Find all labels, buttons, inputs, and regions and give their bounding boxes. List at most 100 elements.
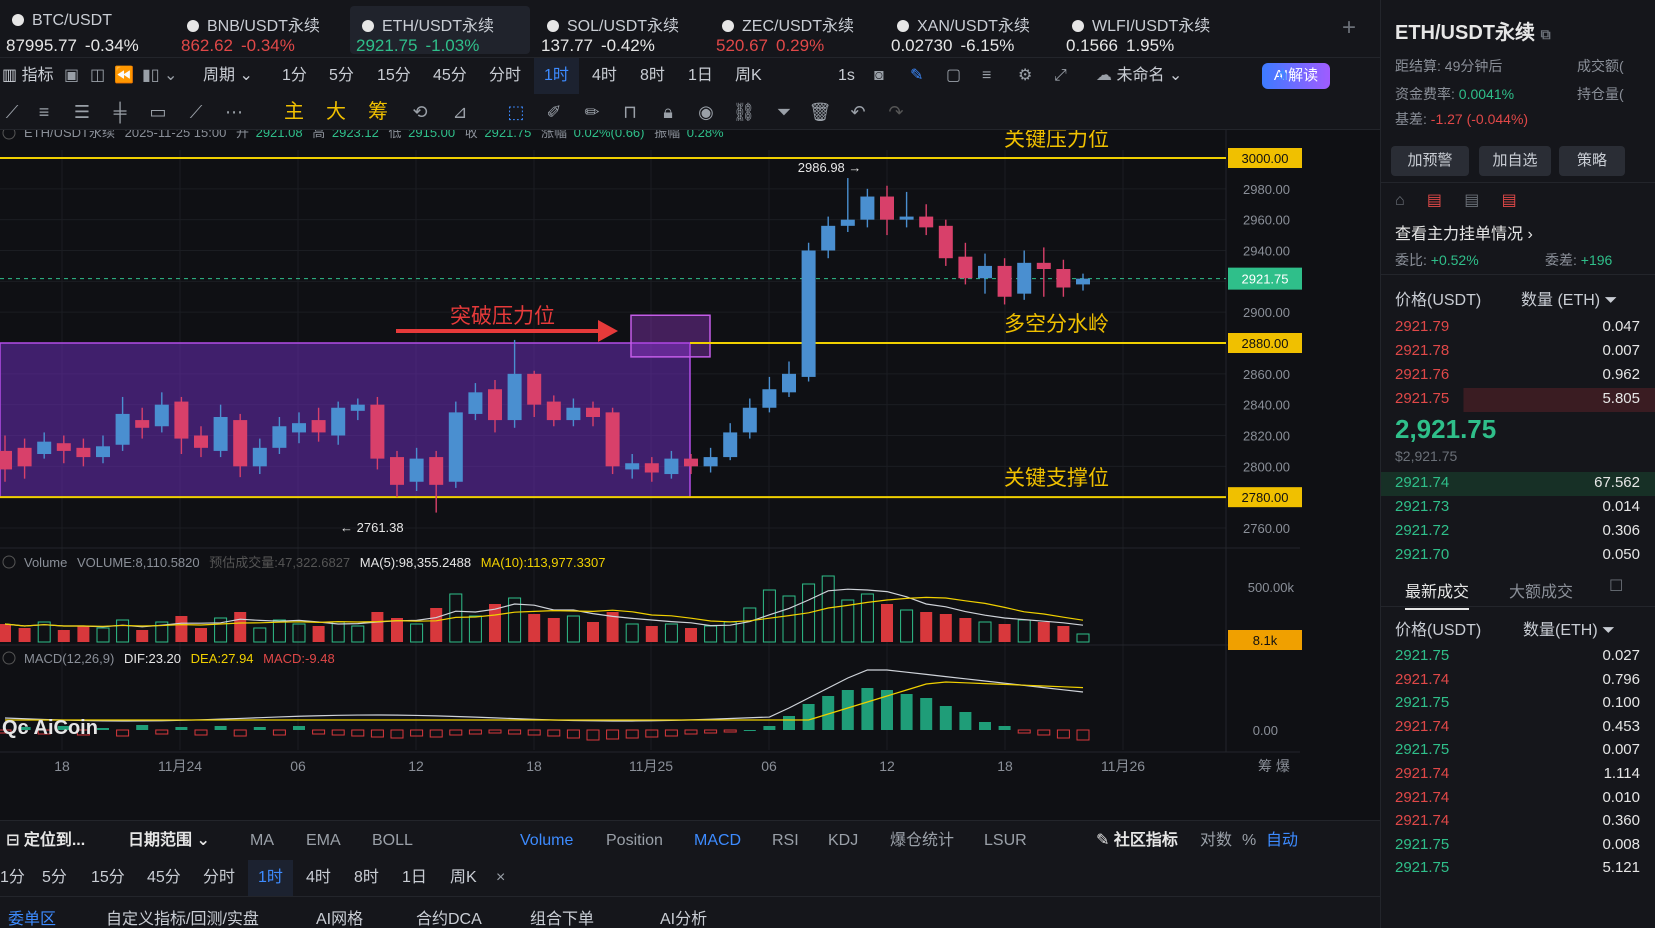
ind-lsur[interactable]: LSUR xyxy=(984,821,1027,861)
ask-row[interactable]: 2921.78 0.007 xyxy=(1395,340,1640,364)
price-chart[interactable]: 关键压力位 3000.00 多空分水岭 2880.00 关键支撑位 2780.00 2921… xyxy=(0,130,1380,820)
ticker-xan[interactable]: XAN/USDT永续 0.02730 -6.15% xyxy=(885,6,1055,55)
ticker-sol[interactable]: SOL/USDT永续 137.77 -0.42% xyxy=(535,6,705,55)
horizontal-ray-icon[interactable]: ╪ xyxy=(108,100,132,124)
candle-type-icon[interactable]: ▮▯ ⌄ xyxy=(142,58,177,94)
period-dropdown[interactable]: 周期 ⌄ xyxy=(203,58,253,94)
bottom-interval-week[interactable]: 周K xyxy=(450,860,477,896)
copy-icon[interactable]: ⧉ xyxy=(1541,26,1551,42)
calendar-icon[interactable]: ▣ xyxy=(64,58,79,94)
tab-custom-indicators[interactable]: 自定义指标/回测/实盘 xyxy=(106,905,259,928)
close-interval-icon[interactable]: × xyxy=(496,860,505,896)
add-alert-button[interactable]: 加预警 xyxy=(1391,146,1469,176)
ob-qty-header[interactable]: 数量 (ETH) ⏷ xyxy=(1521,286,1617,310)
tab-orders[interactable]: 委单区 xyxy=(8,905,56,928)
ind-liquidation[interactable]: 爆仓统计 xyxy=(890,821,954,861)
fullscreen-icon[interactable]: ⤢ xyxy=(1054,58,1067,94)
layout-dropdown[interactable]: ☁ 未命名 ⌄ xyxy=(1096,58,1182,94)
interval-1h[interactable]: 1时 xyxy=(534,58,579,94)
bottom-interval-1m[interactable]: 1分 xyxy=(0,860,25,896)
volume-collapse-icon[interactable] xyxy=(2,555,16,569)
percent-scale-button[interactable]: % xyxy=(1242,821,1256,861)
ticker-bnb[interactable]: BNB/USDT永续 862.62 -0.34% xyxy=(175,6,345,55)
comment-icon[interactable]: ▢ xyxy=(946,58,961,94)
trash-icon[interactable]: 🗑︎ xyxy=(808,100,832,124)
bid-row[interactable]: 2921.70 0.050 xyxy=(1395,544,1640,568)
horizontal-lines-icon[interactable]: ☰ xyxy=(70,100,94,124)
link-icon[interactable]: ⛓︎ xyxy=(732,100,756,124)
rectangle-icon[interactable]: ▭ xyxy=(146,100,170,124)
bottom-interval-4h[interactable]: 4时 xyxy=(306,860,331,896)
interval-1m[interactable]: 1分 xyxy=(282,58,307,94)
ask-row[interactable]: 2921.75 5.805 xyxy=(1381,388,1655,412)
macd-collapse-icon[interactable] xyxy=(2,651,16,665)
ai-explain-button[interactable]: AI解读 xyxy=(1262,63,1330,89)
add-ticker-icon[interactable]: + xyxy=(1342,14,1356,42)
interval-week[interactable]: 周K xyxy=(735,58,762,94)
bottom-interval-15m[interactable]: 15分 xyxy=(91,860,125,896)
interval-timeline[interactable]: 分时 xyxy=(489,58,521,94)
bid-row[interactable]: 2921.73 0.014 xyxy=(1395,496,1640,520)
gear-icon[interactable]: ⚙ xyxy=(1018,58,1032,94)
ind-kdj[interactable]: KDJ xyxy=(828,821,858,861)
ruler-icon[interactable]: ✐ xyxy=(542,100,566,124)
axis-corner-icons[interactable]: 筹 爆 xyxy=(1258,758,1290,774)
flip-icon[interactable]: ⟲ xyxy=(408,100,432,124)
redo-icon[interactable]: ↷ xyxy=(884,100,908,124)
ticker-eth[interactable]: ETH/USDT永续 2921.75 -1.03% xyxy=(350,6,530,55)
compare-icon[interactable]: ◫ xyxy=(90,58,105,94)
ind-ema[interactable]: EMA xyxy=(306,821,341,861)
ind-boll[interactable]: BOLL xyxy=(372,821,413,861)
interval-45m[interactable]: 45分 xyxy=(433,58,467,94)
select-icon[interactable]: ⬚ xyxy=(504,100,528,124)
ask-row[interactable]: 2921.76 0.962 xyxy=(1395,364,1640,388)
magnet-icon[interactable]: ⊓ xyxy=(618,100,642,124)
ind-rsi[interactable]: RSI xyxy=(772,821,799,861)
camera-icon[interactable]: ◙ xyxy=(874,58,884,94)
filter-icon[interactable]: ⏷ xyxy=(772,100,796,124)
brush-icon[interactable]: ✏ xyxy=(580,100,604,124)
ask-row[interactable]: 2921.79 0.047 xyxy=(1395,316,1640,340)
list-icon[interactable]: ≡ xyxy=(982,58,991,94)
date-range-button[interactable]: 日期范围 ⌄ xyxy=(128,821,210,861)
tab-large-trades[interactable]: 大额成交 xyxy=(1509,578,1573,602)
auto-scale-button[interactable]: 自动 xyxy=(1266,821,1298,861)
orderbook-view-icons[interactable]: ⌂ ▤ ▤ ▤ xyxy=(1395,190,1517,210)
bottom-interval-1d[interactable]: 1日 xyxy=(402,860,427,896)
tab-contract-dca[interactable]: 合约DCA xyxy=(416,905,482,928)
collapse-icon[interactable] xyxy=(2,130,16,140)
interval-5m[interactable]: 5分 xyxy=(329,58,354,94)
bottom-interval-5m[interactable]: 5分 xyxy=(42,860,67,896)
interval-4h[interactable]: 4时 xyxy=(592,58,617,94)
ticker-wlfi[interactable]: WLFI/USDT永续 0.1566 1.95% xyxy=(1060,6,1230,55)
bid-row[interactable]: 2921.74 67.562 xyxy=(1381,472,1655,496)
log-scale-button[interactable]: 对数 xyxy=(1200,821,1232,861)
undo-icon[interactable]: ↶ xyxy=(846,100,870,124)
ind-ma[interactable]: MA xyxy=(250,821,274,861)
parallel-lines-icon[interactable]: ≡ xyxy=(32,100,56,124)
more-tools-icon[interactable]: ⋯ xyxy=(222,100,246,124)
community-indicators-button[interactable]: ✎ 社区指标 xyxy=(1096,821,1178,861)
bottom-interval-8h[interactable]: 8时 xyxy=(354,860,379,896)
ticker-btc[interactable]: BTC/USDT 87995.77 -0.34% xyxy=(0,6,170,55)
locate-button[interactable]: ⊟ 定位到... xyxy=(6,821,85,861)
rewind-icon[interactable]: ⏪ xyxy=(114,58,134,94)
interval-8h[interactable]: 8时 xyxy=(640,58,665,94)
share-icon[interactable]: ⋔ xyxy=(1276,58,1289,94)
indicator-button[interactable]: ▥ 指标 xyxy=(2,58,54,94)
tab-combo-order[interactable]: 组合下单 xyxy=(530,905,594,928)
arrow-line-icon[interactable]: ⟋ xyxy=(184,100,208,124)
eye-icon[interactable]: ◉ xyxy=(694,100,718,124)
seconds-button[interactable]: 1s xyxy=(838,58,855,94)
measure-icon[interactable]: ⊿ xyxy=(448,100,472,124)
tab-ai-grid[interactable]: AI网格 xyxy=(316,905,363,928)
ind-volume[interactable]: Volume xyxy=(520,821,573,861)
trade-qty-header[interactable]: 数量(ETH) ⏷ xyxy=(1523,616,1615,640)
interval-15m[interactable]: 15分 xyxy=(377,58,411,94)
chart-area[interactable]: 关键压力位 3000.00 多空分水岭 2880.00 关键支撑位 2780.00 2921… xyxy=(0,130,1380,820)
interval-1d[interactable]: 1日 xyxy=(688,58,713,94)
line-tool-icon[interactable]: ⟋ xyxy=(0,100,24,124)
lock-icon[interactable]: 🔒︎ xyxy=(656,100,680,124)
ind-macd[interactable]: MACD xyxy=(694,821,741,861)
checkbox-icon[interactable]: ☐ xyxy=(1609,576,1623,596)
